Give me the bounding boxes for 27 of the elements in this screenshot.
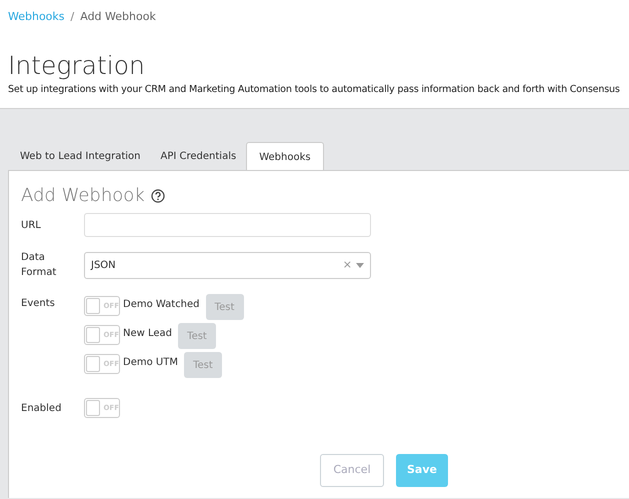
tab[interactable]: Webhooks bbox=[246, 142, 324, 171]
save-button[interactable]: Save bbox=[396, 454, 448, 487]
breadcrumb-link[interactable]: Webhooks bbox=[8, 8, 65, 26]
field-label: Data Format bbox=[21, 251, 58, 280]
breadcrumb-current: Add Webhook bbox=[80, 8, 156, 25]
form-heading: Add Webhook bbox=[21, 185, 145, 207]
cancel-button[interactable]: Cancel bbox=[320, 454, 384, 487]
clear-button[interactable]: × bbox=[342, 256, 352, 274]
page-title: Integration bbox=[8, 50, 146, 82]
field-label: URL bbox=[21, 218, 42, 232]
event-name: New Lead bbox=[123, 327, 172, 341]
breadcrumb-separator: / bbox=[70, 8, 74, 25]
caret-icon bbox=[356, 262, 364, 268]
field-label: Enabled bbox=[21, 402, 62, 416]
url-field[interactable] bbox=[84, 213, 371, 237]
test-button[interactable]: Test bbox=[206, 294, 244, 320]
tab[interactable]: API Credentials bbox=[150, 142, 246, 170]
event-name: Demo Watched bbox=[123, 298, 200, 312]
help-icon bbox=[150, 189, 165, 203]
tab[interactable]: Web to Lead Integration bbox=[10, 142, 151, 170]
select-value: JSON bbox=[91, 258, 117, 272]
field-label: Events bbox=[21, 297, 56, 311]
data-format-select[interactable]: JSON × bbox=[84, 252, 371, 278]
event-name: Demo UTM bbox=[123, 356, 178, 370]
test-button[interactable]: Test bbox=[184, 352, 222, 378]
page-description: Set up integrations with your CRM and Marketing Automation tools to automatically pass information back and forth with Consensus bbox=[8, 83, 621, 97]
test-button[interactable]: Test bbox=[178, 323, 216, 349]
